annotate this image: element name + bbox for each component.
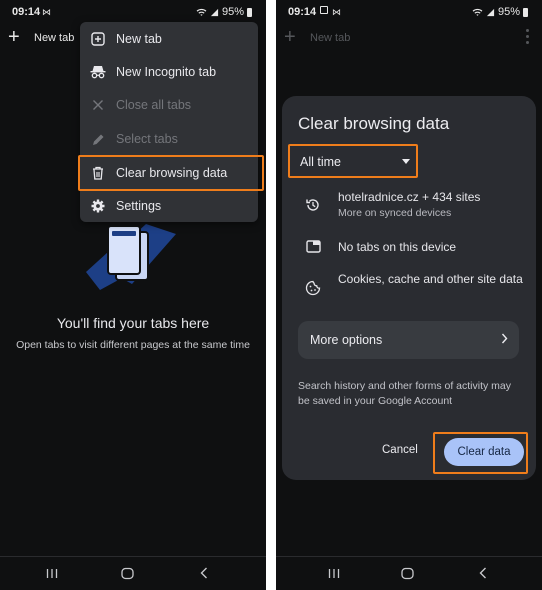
new-tab-plus-icon[interactable]: +	[284, 27, 296, 47]
gear-icon	[90, 198, 106, 214]
menu-item-new-tab[interactable]: New tab	[80, 23, 258, 55]
google-account-note: Search history and other forms of activi…	[298, 380, 511, 407]
highlight-box-clear-browsing-data	[78, 155, 264, 191]
highlight-box-time-range	[288, 144, 418, 178]
battery-percent: 95%	[221, 6, 244, 18]
battery-percent: 95%	[497, 6, 520, 18]
more-options-label: More options	[310, 333, 383, 347]
highlight-box-clear-data	[433, 432, 528, 474]
signal-icon	[486, 8, 495, 16]
close-icon	[90, 97, 106, 113]
wifi-icon	[196, 8, 207, 16]
menu-item-select-tabs[interactable]: Select tabs	[80, 123, 258, 155]
status-bar: 09:14 ⋈ 95%	[276, 0, 542, 24]
cancel-button[interactable]: Cancel	[382, 444, 418, 456]
menu-item-label: New tab	[116, 32, 162, 46]
menu-item-settings[interactable]: Settings	[80, 190, 258, 222]
incognito-icon	[90, 64, 106, 80]
history-row-subtext: More on synced devices	[338, 207, 452, 219]
tabs-row-text: No tabs on this device	[338, 240, 457, 254]
more-options-button[interactable]: More options	[298, 321, 519, 359]
new-tab-button[interactable]: New tab	[34, 32, 74, 44]
toolbar: + New tab	[276, 24, 542, 54]
battery-icon	[247, 7, 252, 17]
plus-box-icon	[90, 31, 106, 47]
tab-icon	[304, 237, 322, 255]
back-icon[interactable]	[479, 565, 487, 581]
history-row-text: hotelradnice.cz + 434 sites	[338, 190, 481, 204]
overflow-menu: New tab New Incognito tab Close all tabs…	[80, 22, 258, 222]
history-icon	[304, 196, 322, 214]
chevron-right-icon	[501, 333, 508, 347]
system-navigation-bar	[0, 556, 266, 590]
gallery-icon	[320, 6, 328, 14]
status-bar: 09:14 ⋈ 95%	[0, 0, 266, 24]
new-tab-plus-icon[interactable]: +	[8, 27, 20, 47]
recent-apps-icon[interactable]	[328, 565, 340, 581]
pencil-icon	[90, 131, 106, 147]
dialog-title: Clear browsing data	[298, 114, 450, 133]
home-icon[interactable]	[121, 565, 134, 581]
menu-item-close-all-tabs[interactable]: Close all tabs	[80, 89, 258, 121]
mail-icon: ⋈	[332, 7, 341, 17]
clear-browsing-data-screen: 09:14 ⋈ 95% + New tab Clear browsing dat…	[276, 0, 542, 590]
battery-icon	[523, 7, 528, 17]
cookies-row-text: Cookies, cache and other site data	[338, 272, 523, 286]
history-row: hotelradnice.cz + 434 sites More on sync…	[282, 190, 536, 220]
tabs-row: No tabs on this device	[282, 238, 536, 258]
home-icon[interactable]	[401, 565, 414, 581]
menu-item-label: Close all tabs	[116, 98, 192, 112]
more-options-icon[interactable]	[526, 29, 530, 45]
empty-state-subtitle: Open tabs to visit different pages at th…	[16, 339, 250, 351]
menu-item-label: New Incognito tab	[116, 65, 217, 79]
signal-icon	[210, 8, 219, 16]
back-icon[interactable]	[200, 565, 208, 581]
tabs-illustration	[86, 224, 176, 290]
mail-icon: ⋈	[42, 7, 51, 17]
wifi-icon	[472, 8, 483, 16]
menu-item-label: Select tabs	[116, 132, 178, 146]
tab-switcher-screen: 09:14 ⋈ 95% + New tab You'll find your t…	[0, 0, 266, 590]
system-navigation-bar	[276, 556, 542, 590]
cookies-row: Cookies, cache and other site data	[282, 272, 536, 304]
status-time: 09:14	[288, 6, 317, 18]
recent-apps-icon[interactable]	[46, 565, 58, 581]
cookie-icon	[304, 279, 322, 297]
status-time: 09:14	[12, 6, 41, 18]
new-tab-button[interactable]: New tab	[310, 32, 350, 44]
menu-item-new-incognito-tab[interactable]: New Incognito tab	[80, 56, 258, 88]
empty-state-title: You'll find your tabs here	[56, 315, 210, 331]
menu-item-label: Settings	[116, 199, 162, 213]
